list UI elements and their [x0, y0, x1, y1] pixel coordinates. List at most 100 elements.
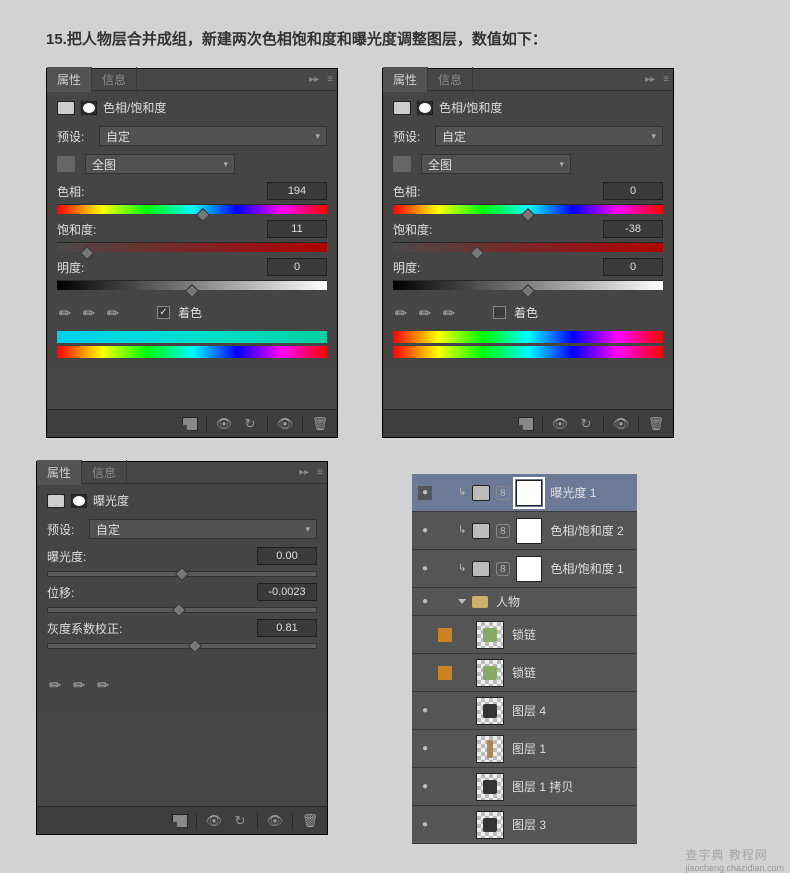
gamma-value[interactable]: 0.81: [257, 619, 317, 637]
light-value[interactable]: 0: [267, 258, 327, 276]
layer-name[interactable]: 色相/饱和度 2: [550, 522, 623, 539]
scrubby-icon[interactable]: [393, 156, 411, 172]
sat-value[interactable]: 11: [267, 220, 327, 238]
exposure-value[interactable]: 0.00: [257, 547, 317, 565]
colorize-checkbox[interactable]: [493, 306, 506, 319]
layer-color-tag[interactable]: [438, 666, 452, 680]
hue-slider[interactable]: [393, 204, 663, 214]
collapse-icon[interactable]: ▸▸: [295, 467, 313, 478]
eyedropper-icon[interactable]: ✎: [390, 301, 413, 324]
trash-icon[interactable]: 🗑: [301, 813, 319, 829]
scrubby-icon[interactable]: [57, 156, 75, 172]
eyedropper-plus-icon[interactable]: ✎: [78, 301, 101, 324]
visibility-toggle[interactable]: [418, 628, 432, 642]
layer-thumb[interactable]: [476, 735, 504, 763]
gray-point-eyedropper-icon[interactable]: ✎: [68, 674, 91, 697]
layer-row[interactable]: 锁链: [412, 654, 637, 692]
preset-select[interactable]: 自定▾: [99, 126, 327, 146]
visibility-toggle[interactable]: [418, 562, 432, 576]
expand-toggle-icon[interactable]: [458, 599, 466, 604]
tab-properties[interactable]: 属性: [47, 67, 92, 92]
clip-to-layer-icon[interactable]: [182, 417, 198, 431]
sat-value[interactable]: -38: [603, 220, 663, 238]
view-previous-icon[interactable]: 👁: [215, 416, 233, 432]
clip-to-layer-icon[interactable]: [518, 417, 534, 431]
offset-value[interactable]: -0.0023: [257, 583, 317, 601]
eyedropper-icon[interactable]: ✎: [54, 301, 77, 324]
tab-info[interactable]: 信息: [92, 67, 137, 92]
gamma-slider[interactable]: [47, 643, 317, 649]
colorize-checkbox[interactable]: ✓: [157, 306, 170, 319]
menu-icon[interactable]: ≡: [323, 74, 337, 85]
eyedropper-minus-icon[interactable]: ✎: [438, 301, 461, 324]
preset-select[interactable]: 自定▾: [435, 126, 663, 146]
layer-thumb[interactable]: [476, 621, 504, 649]
layer-row[interactable]: ↳ 曝光度 1: [412, 474, 637, 512]
layer-name[interactable]: 图层 4: [512, 702, 546, 719]
visibility-toggle[interactable]: [418, 486, 432, 500]
preset-select[interactable]: 自定▾: [89, 519, 317, 539]
mask-icon[interactable]: [81, 101, 97, 115]
layer-thumb[interactable]: [476, 811, 504, 839]
layer-name[interactable]: 锁链: [512, 626, 536, 643]
view-previous-icon[interactable]: 👁: [205, 813, 223, 829]
hue-slider[interactable]: [57, 204, 327, 214]
view-previous-icon[interactable]: 👁: [551, 416, 569, 432]
layer-mask-thumb[interactable]: [516, 518, 542, 544]
layer-name[interactable]: 曝光度 1: [550, 484, 596, 501]
layer-name[interactable]: 图层 3: [512, 816, 546, 833]
layer-row[interactable]: ↳ 色相/饱和度 1: [412, 550, 637, 588]
layer-row[interactable]: 图层 4: [412, 692, 637, 730]
channel-select[interactable]: 全图▾: [85, 154, 235, 174]
clip-to-layer-icon[interactable]: [172, 814, 188, 828]
visibility-toggle[interactable]: [418, 524, 432, 538]
exposure-slider[interactable]: [47, 571, 317, 577]
trash-icon[interactable]: 🗑: [311, 416, 329, 432]
light-slider[interactable]: [393, 280, 663, 290]
visibility-icon[interactable]: 👁: [276, 416, 294, 432]
visibility-toggle[interactable]: [418, 818, 432, 832]
layer-row[interactable]: ↳ 色相/饱和度 2: [412, 512, 637, 550]
mask-icon[interactable]: [71, 494, 87, 508]
reset-icon[interactable]: ↻: [577, 416, 595, 432]
collapse-icon[interactable]: ▸▸: [641, 74, 659, 85]
layer-name[interactable]: 人物: [496, 593, 520, 610]
menu-icon[interactable]: ≡: [313, 467, 327, 478]
layer-row[interactable]: 图层 1 拷贝: [412, 768, 637, 806]
layer-mask-thumb[interactable]: [516, 556, 542, 582]
link-icon[interactable]: [496, 562, 510, 576]
sat-slider[interactable]: [393, 242, 663, 252]
layer-name[interactable]: 图层 1 拷贝: [512, 778, 573, 795]
light-value[interactable]: 0: [603, 258, 663, 276]
light-slider[interactable]: [57, 280, 327, 290]
layer-thumb[interactable]: [476, 659, 504, 687]
sat-slider[interactable]: [57, 242, 327, 252]
tab-properties[interactable]: 属性: [383, 67, 428, 92]
trash-icon[interactable]: 🗑: [647, 416, 665, 432]
layer-group-row[interactable]: 人物: [412, 588, 637, 616]
link-icon[interactable]: [496, 486, 510, 500]
offset-slider[interactable]: [47, 607, 317, 613]
visibility-toggle[interactable]: [418, 666, 432, 680]
visibility-toggle[interactable]: [418, 595, 432, 609]
layer-name[interactable]: 色相/饱和度 1: [550, 560, 623, 577]
reset-icon[interactable]: ↻: [231, 813, 249, 829]
layer-row[interactable]: 图层 3: [412, 806, 637, 844]
layer-row[interactable]: 锁链: [412, 616, 637, 654]
eyedropper-minus-icon[interactable]: ✎: [102, 301, 125, 324]
link-icon[interactable]: [496, 524, 510, 538]
visibility-icon[interactable]: 👁: [266, 813, 284, 829]
visibility-toggle[interactable]: [418, 704, 432, 718]
eyedropper-plus-icon[interactable]: ✎: [414, 301, 437, 324]
visibility-toggle[interactable]: [418, 742, 432, 756]
tab-info[interactable]: 信息: [82, 460, 127, 485]
menu-icon[interactable]: ≡: [659, 74, 673, 85]
visibility-icon[interactable]: 👁: [612, 416, 630, 432]
tab-properties[interactable]: 属性: [37, 460, 82, 485]
tab-info[interactable]: 信息: [428, 67, 473, 92]
white-point-eyedropper-icon[interactable]: ✎: [92, 674, 115, 697]
visibility-toggle[interactable]: [418, 780, 432, 794]
hue-value[interactable]: 0: [603, 182, 663, 200]
channel-select[interactable]: 全图▾: [421, 154, 571, 174]
hue-value[interactable]: 194: [267, 182, 327, 200]
